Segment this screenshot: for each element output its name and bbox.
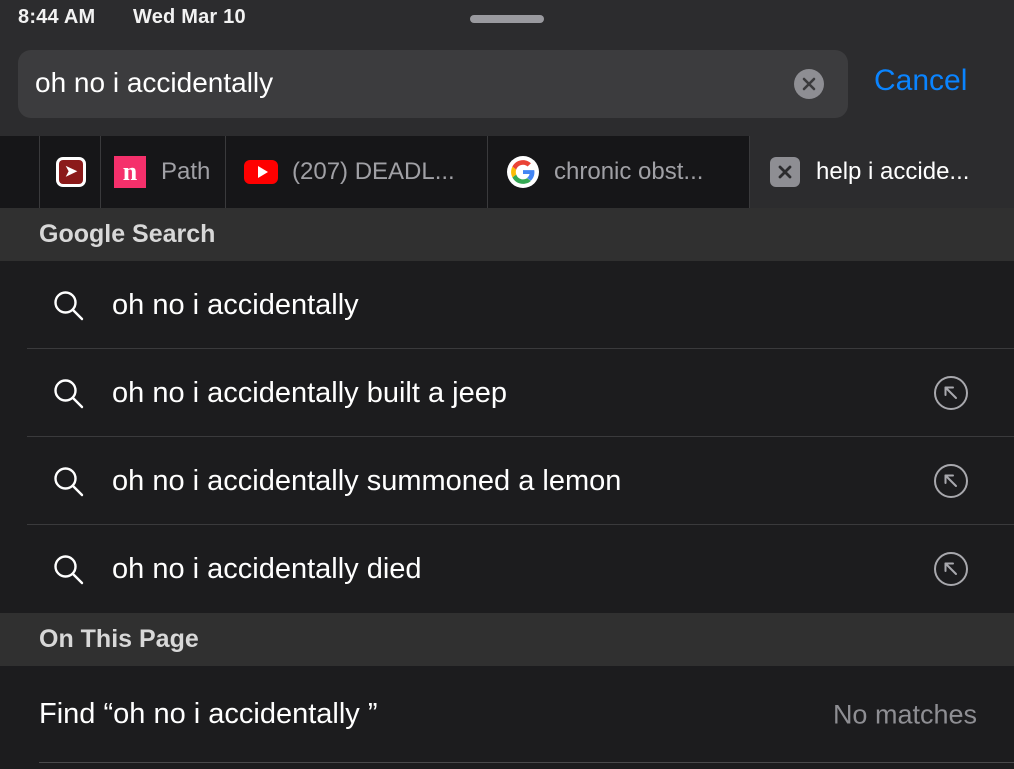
status-bar-date: Wed Mar 10	[133, 6, 246, 28]
browser-chrome: 8:44 AM Wed Mar 10 oh no i accidentally …	[0, 0, 1014, 136]
fill-suggestion-arrow-icon[interactable]	[933, 375, 969, 411]
tab-item-blank[interactable]	[0, 136, 40, 208]
tab-bar: ➤ n Path (207) DEADL... chronic obst... …	[0, 136, 1014, 208]
search-bar-row: oh no i accidentally Cancel	[0, 50, 1014, 120]
maroon-square-favicon-icon: ➤	[54, 155, 88, 189]
suggestion-label: oh no i accidentally died	[112, 552, 422, 585]
search-input-value: oh no i accidentally	[35, 67, 274, 98]
google-g-icon	[506, 155, 540, 189]
tab-item-chronic-obst[interactable]: chronic obst...	[488, 136, 750, 208]
status-bar-time: 8:44 AM	[18, 6, 96, 28]
suggestion-row[interactable]: oh no i accidentally died	[0, 525, 1014, 613]
row-divider	[39, 762, 1014, 763]
pink-n-favicon-icon: n	[113, 155, 147, 189]
suggestion-label: oh no i accidentally built a jeep	[112, 376, 507, 409]
suggestion-row[interactable]: oh no i accidentally built a jeep	[0, 349, 1014, 437]
suggestion-label: oh no i accidentally summoned a lemon	[112, 464, 622, 497]
tab-title-path: Path	[161, 158, 211, 185]
clear-search-icon[interactable]	[794, 69, 824, 99]
tab-title-chronic-obst: chronic obst...	[554, 158, 704, 185]
search-icon	[50, 463, 86, 499]
cancel-button[interactable]: Cancel	[874, 64, 967, 98]
safari-search-overlay: 8:44 AM Wed Mar 10 oh no i accidentally …	[0, 0, 1014, 769]
youtube-icon	[244, 155, 278, 189]
search-icon	[50, 375, 86, 411]
find-on-page-row[interactable]: Find “oh no i accidentally ” No matches	[0, 666, 1014, 763]
tab-item-maroon[interactable]: ➤	[40, 136, 101, 208]
search-icon	[50, 551, 86, 587]
suggestion-row[interactable]: oh no i accidentally	[0, 261, 1014, 349]
section-header-google-search: Google Search	[0, 208, 1014, 261]
close-tab-icon[interactable]	[768, 155, 802, 189]
section-header-label: On This Page	[39, 625, 199, 653]
find-on-page-label: Find “oh no i accidentally ”	[39, 698, 378, 730]
tab-item-path[interactable]: n Path	[101, 136, 226, 208]
tab-title-help-i-accide: help i accide...	[816, 158, 970, 185]
tab-item-youtube[interactable]: (207) DEADL...	[226, 136, 488, 208]
fill-suggestion-arrow-icon[interactable]	[933, 463, 969, 499]
suggestion-label: oh no i accidentally	[112, 288, 359, 321]
find-on-page-status: No matches	[832, 699, 977, 729]
section-header-on-this-page: On This Page	[0, 613, 1014, 666]
search-icon	[50, 287, 86, 323]
status-bar: 8:44 AM Wed Mar 10	[0, 0, 1014, 38]
tab-item-help-i-accide[interactable]: help i accide...	[750, 136, 1014, 208]
section-header-label: Google Search	[39, 220, 216, 248]
fill-suggestion-arrow-icon[interactable]	[933, 551, 969, 587]
suggestion-row[interactable]: oh no i accidentally summoned a lemon	[0, 437, 1014, 525]
search-input[interactable]: oh no i accidentally	[18, 50, 848, 118]
tab-title-youtube: (207) DEADL...	[292, 158, 455, 185]
multitasking-grabber-icon[interactable]	[470, 15, 544, 23]
suggestion-list: Google Search oh no i accidentally oh no…	[0, 208, 1014, 763]
